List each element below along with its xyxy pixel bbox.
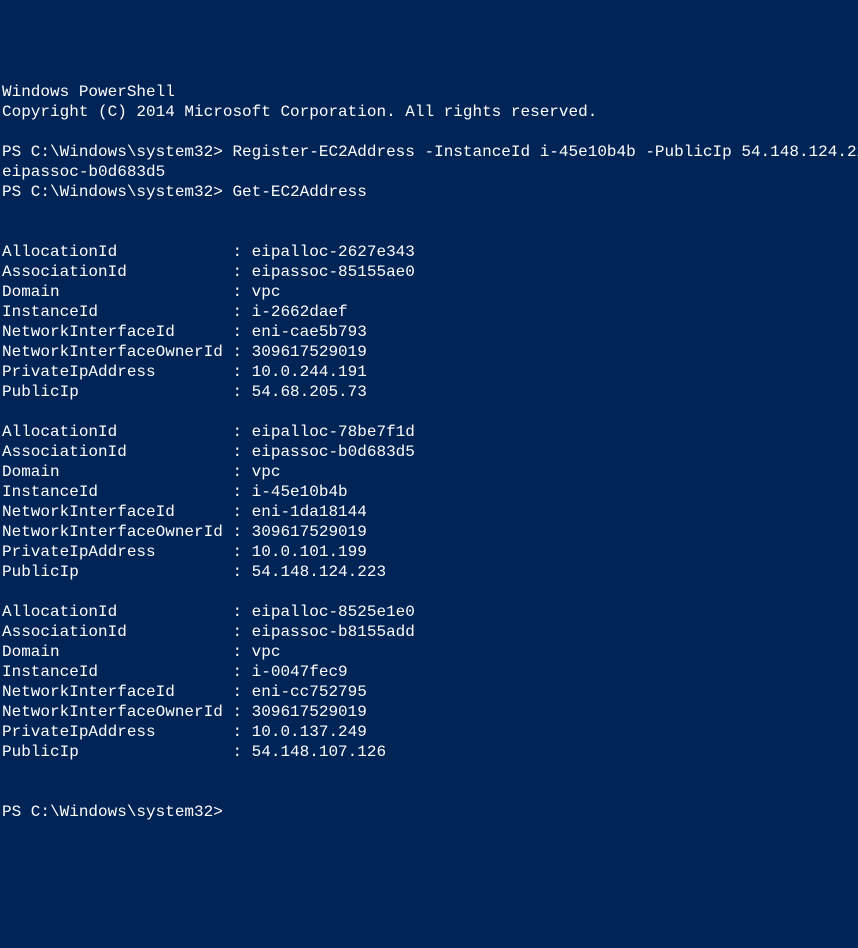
record-field-instanceid: InstanceId : i-2662daef [2,302,856,322]
record-field-networkinterfaceid: NetworkInterfaceId : eni-1da18144 [2,502,856,522]
prompt: PS C:\Windows\system32> [2,803,223,821]
command-line-3[interactable]: PS C:\Windows\system32> [2,802,856,822]
blank-line [2,402,856,422]
record-field-allocationid: AllocationId : eipalloc-8525e1e0 [2,602,856,622]
record-field-privateipaddress: PrivateIpAddress : 10.0.244.191 [2,362,856,382]
record-field-domain: Domain : vpc [2,462,856,482]
blank-line [2,582,856,602]
record-field-domain: Domain : vpc [2,642,856,662]
command-get: Get-EC2Address [232,183,366,201]
header-copyright: Copyright (C) 2014 Microsoft Corporation… [2,102,856,122]
record-field-associationid: AssociationId : eipassoc-85155ae0 [2,262,856,282]
record-field-privateipaddress: PrivateIpAddress : 10.0.101.199 [2,542,856,562]
blank-line [2,122,856,142]
powershell-terminal[interactable]: Windows PowerShellCopyright (C) 2014 Mic… [2,82,856,848]
record-field-instanceid: InstanceId : i-0047fec9 [2,662,856,682]
prompt: PS C:\Windows\system32> [2,143,223,161]
command-register: Register-EC2Address -InstanceId i-45e10b… [232,143,858,161]
record-field-networkinterfaceownerid: NetworkInterfaceOwnerId : 309617529019 [2,702,856,722]
record-field-publicip: PublicIp : 54.148.124.223 [2,562,856,582]
record-field-networkinterfaceownerid: NetworkInterfaceOwnerId : 309617529019 [2,342,856,362]
records-output: AllocationId : eipalloc-2627e343Associat… [2,242,856,762]
record-field-associationid: AssociationId : eipassoc-b0d683d5 [2,442,856,462]
record-field-allocationid: AllocationId : eipalloc-2627e343 [2,242,856,262]
record-field-domain: Domain : vpc [2,282,856,302]
record-field-associationid: AssociationId : eipassoc-b8155add [2,622,856,642]
command-line-1: PS C:\Windows\system32> Register-EC2Addr… [2,142,856,162]
record-field-privateipaddress: PrivateIpAddress : 10.0.137.249 [2,722,856,742]
blank-line [2,762,856,782]
blank-line [2,222,856,242]
record-field-networkinterfaceid: NetworkInterfaceId : eni-cc752795 [2,682,856,702]
command-line-2: PS C:\Windows\system32> Get-EC2Address [2,182,856,202]
record-field-publicip: PublicIp : 54.68.205.73 [2,382,856,402]
header-title: Windows PowerShell [2,82,856,102]
record-field-networkinterfaceid: NetworkInterfaceId : eni-cae5b793 [2,322,856,342]
record-field-networkinterfaceownerid: NetworkInterfaceOwnerId : 309617529019 [2,522,856,542]
blank-line [2,202,856,222]
blank-line [2,782,856,802]
output-register: eipassoc-b0d683d5 [2,162,856,182]
prompt: PS C:\Windows\system32> [2,183,223,201]
record-field-publicip: PublicIp : 54.148.107.126 [2,742,856,762]
record-field-instanceid: InstanceId : i-45e10b4b [2,482,856,502]
record-field-allocationid: AllocationId : eipalloc-78be7f1d [2,422,856,442]
